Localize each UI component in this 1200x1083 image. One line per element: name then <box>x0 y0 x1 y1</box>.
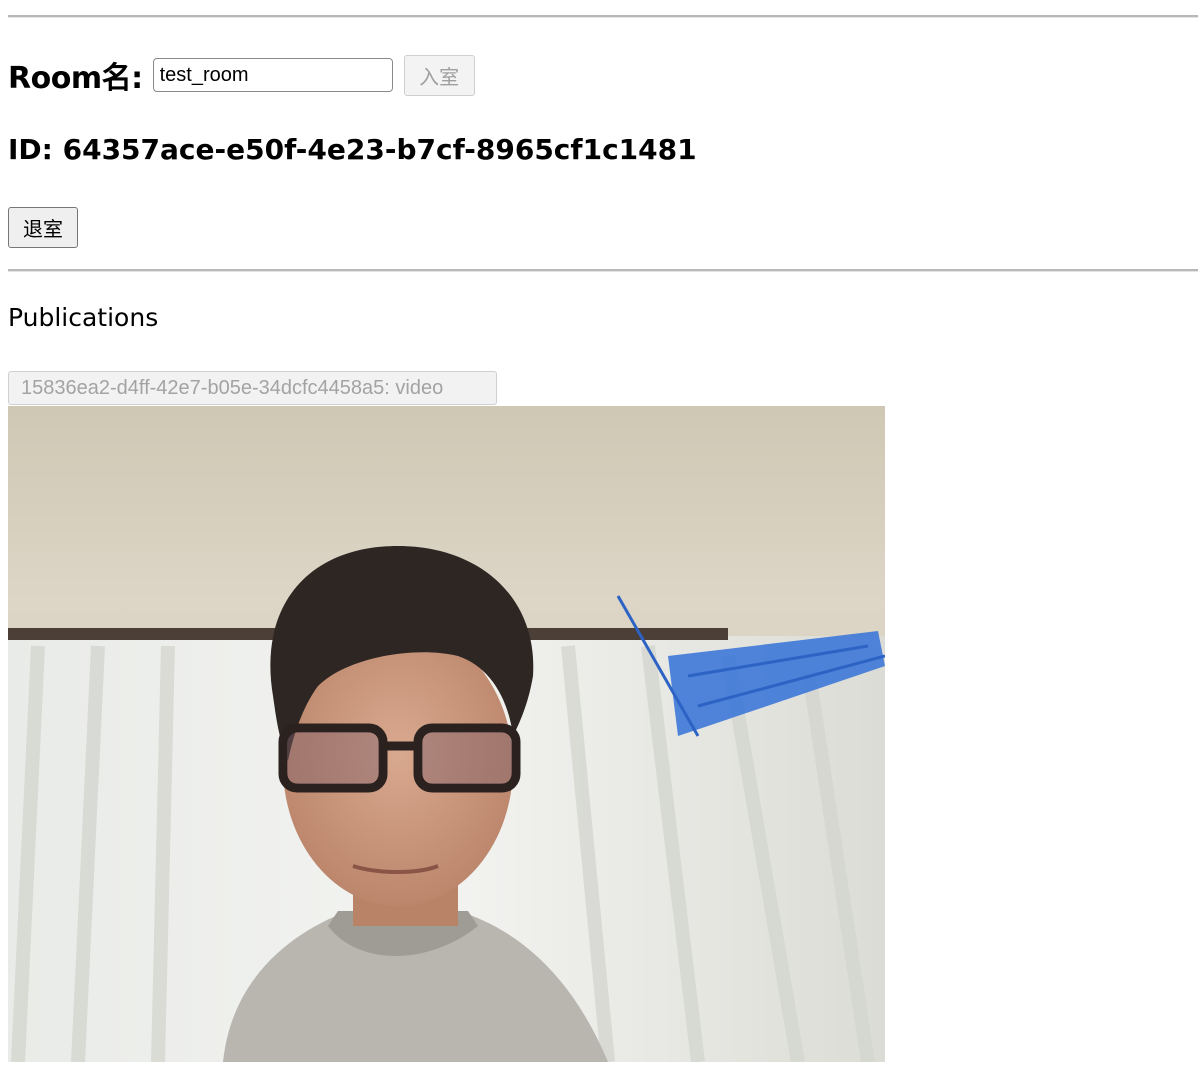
publication-subscribe-button[interactable]: 15836ea2-d4ff-42e7-b05e-34dcfc4458a5: vi… <box>8 371 497 405</box>
join-button[interactable]: 入室 <box>403 54 475 96</box>
room-name-input[interactable] <box>152 58 393 92</box>
room-name-label: Room名: <box>8 61 143 96</box>
publications-heading: Publications <box>8 303 159 332</box>
peer-id-text: ID: 64357ace-e50f-4e23-b7cf-8965cf1c1481 <box>8 133 697 166</box>
top-divider <box>8 15 1198 18</box>
room-row: Room名: 入室 <box>8 54 475 96</box>
remote-video <box>8 406 885 1062</box>
page: Room名: 入室 ID: 64357ace-e50f-4e23-b7cf-89… <box>0 0 1200 1083</box>
middle-divider <box>8 269 1198 272</box>
leave-button[interactable]: 退室 <box>8 207 78 248</box>
video-frame-illustration <box>8 406 885 1062</box>
